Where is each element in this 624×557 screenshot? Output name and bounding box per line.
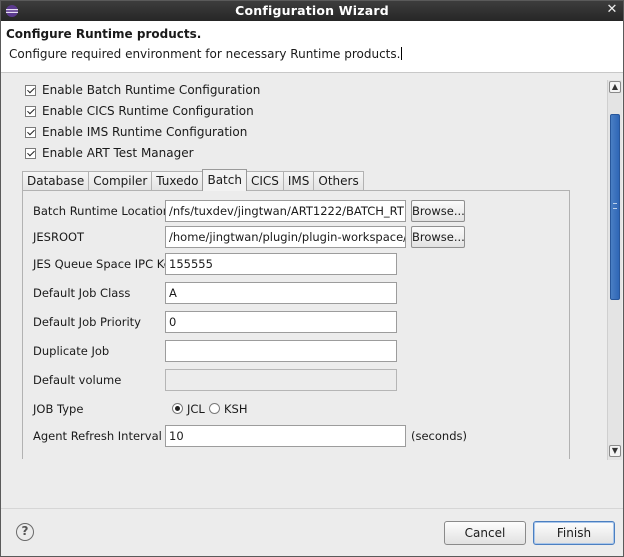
scroll-up-icon[interactable]: ▲	[609, 81, 621, 93]
tab-cics[interactable]: CICS	[245, 171, 284, 191]
settings-scroll-area[interactable]: Enable Batch Runtime Configuration Enabl…	[10, 80, 622, 459]
cancel-button[interactable]: Cancel	[444, 521, 526, 545]
field-label: JES Queue Space IPC Key	[33, 257, 178, 271]
checkbox-icon[interactable]	[25, 84, 36, 96]
checkbox-label: Enable IMS Runtime Configuration	[42, 125, 248, 139]
duplicate-job-field[interactable]	[165, 340, 397, 362]
tab-database[interactable]: Database	[22, 171, 90, 191]
default-job-priority-field[interactable]: 0	[165, 311, 397, 333]
jesroot-field[interactable]: /home/jingtwan/plugin/plugin-workspace/t…	[165, 226, 406, 248]
radio-unselected-icon[interactable]	[209, 403, 220, 414]
title-bar[interactable]: Configuration Wizard ✕	[1, 1, 623, 21]
grip-icon	[613, 203, 617, 209]
field-label: Agent Refresh Interval	[33, 429, 162, 443]
radio-label: KSH	[224, 402, 248, 416]
tab-others[interactable]: Others	[313, 171, 364, 191]
checkbox-label: Enable ART Test Manager	[42, 146, 194, 160]
runtime-tabs: Database Compiler Tuxedo Batch CICS IMS …	[22, 169, 364, 191]
checkbox-enable-art-test-manager[interactable]: Enable ART Test Manager	[25, 144, 194, 162]
checkbox-enable-cics[interactable]: Enable CICS Runtime Configuration	[25, 102, 254, 120]
radio-jcl[interactable]: JCL	[172, 402, 205, 416]
checkbox-icon[interactable]	[25, 147, 36, 159]
tab-compiler[interactable]: Compiler	[88, 171, 153, 191]
scroll-thumb[interactable]	[610, 114, 620, 300]
queue-space-ipc-key-field[interactable]: 155555	[165, 253, 397, 275]
field-label: Batch Runtime Location	[33, 204, 171, 218]
checkbox-icon[interactable]	[25, 126, 36, 138]
help-icon[interactable]: ?	[16, 523, 34, 541]
page-title: Configure Runtime products.	[6, 27, 202, 41]
footer-divider	[1, 508, 623, 509]
tab-ims[interactable]: IMS	[282, 171, 315, 191]
checkbox-label: Enable Batch Runtime Configuration	[42, 83, 261, 97]
batch-runtime-location-field[interactable]: /nfs/tuxdev/jingtwan/ART1222/BATCH_RT	[165, 200, 406, 222]
field-label: Duplicate Job	[33, 344, 110, 358]
window-title: Configuration Wizard	[235, 3, 389, 18]
agent-refresh-interval-field[interactable]: 10	[165, 425, 406, 447]
scroll-down-icon[interactable]: ▼	[609, 445, 621, 457]
finish-button[interactable]: Finish	[533, 521, 615, 545]
field-label: Default volume	[33, 373, 122, 387]
radio-selected-icon[interactable]	[172, 403, 183, 414]
configuration-wizard-window: Configuration Wizard ✕ Configure Runtime…	[0, 0, 624, 557]
tab-tuxedo[interactable]: Tuxedo	[151, 171, 204, 191]
wizard-header: Configure Runtime products. Configure re…	[1, 21, 623, 73]
checkbox-enable-batch[interactable]: Enable Batch Runtime Configuration	[25, 81, 260, 99]
browse-button[interactable]: Browse...	[411, 200, 465, 222]
default-volume-field	[165, 369, 397, 391]
radio-label: JCL	[187, 402, 205, 416]
unit-label: (seconds)	[411, 429, 467, 443]
field-label: JOB Type	[33, 402, 84, 416]
checkbox-icon[interactable]	[25, 105, 36, 117]
checkbox-label: Enable CICS Runtime Configuration	[42, 104, 254, 118]
vertical-scrollbar[interactable]: ▲ ▼	[607, 80, 622, 460]
page-description: Configure required environment for neces…	[9, 47, 403, 61]
field-label: Default Job Priority	[33, 315, 141, 329]
checkbox-enable-ims[interactable]: Enable IMS Runtime Configuration	[25, 123, 247, 141]
tab-batch[interactable]: Batch	[202, 169, 247, 191]
close-icon[interactable]: ✕	[605, 3, 619, 17]
default-job-class-field[interactable]: A	[165, 282, 397, 304]
radio-ksh[interactable]: KSH	[209, 402, 248, 416]
browse-button[interactable]: Browse...	[411, 226, 465, 248]
field-label: Default Job Class	[33, 286, 131, 300]
field-label: JESROOT	[33, 230, 85, 244]
